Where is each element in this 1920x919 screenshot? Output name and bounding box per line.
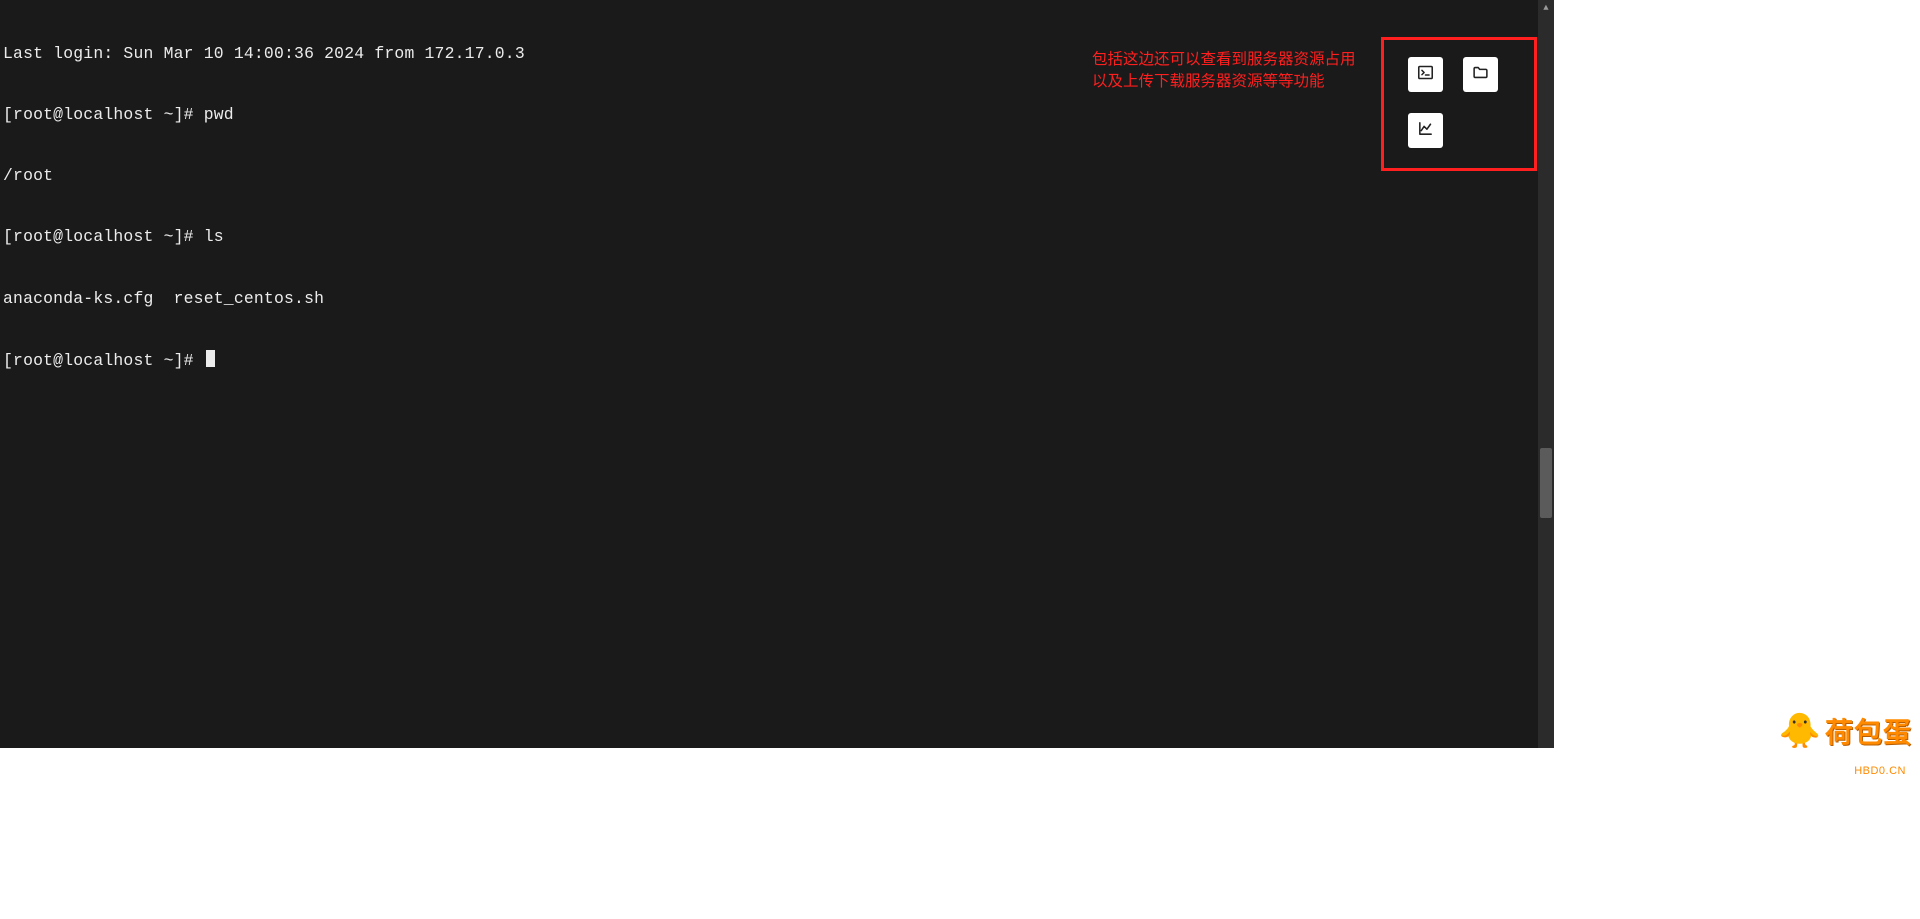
annotation-line-2: 以及上传下载服务器资源等等功能	[1092, 71, 1356, 93]
folder-icon	[1472, 64, 1489, 86]
scroll-up-arrow-icon[interactable]: ▲	[1538, 0, 1554, 16]
terminal-button[interactable]	[1408, 57, 1443, 92]
terminal-icon	[1417, 64, 1434, 86]
terminal-line: /root	[3, 166, 1554, 186]
terminal-line: [root@localhost ~]# ls	[3, 227, 1554, 247]
terminal-viewport: Last login: Sun Mar 10 14:00:36 2024 fro…	[0, 0, 1554, 748]
terminal-line: anaconda-ks.cfg reset_centos.sh	[3, 289, 1554, 309]
terminal-prompt-text: [root@localhost ~]#	[3, 351, 204, 370]
watermark-url: HBD0.CN	[1854, 765, 1906, 777]
annotation-line-1: 包括这边还可以查看到服务器资源占用	[1092, 49, 1356, 71]
terminal-line: [root@localhost ~]# pwd	[3, 105, 1554, 125]
terminal-cursor	[206, 350, 215, 367]
terminal-prompt-line: [root@localhost ~]#	[3, 350, 1554, 371]
scrollbar-thumb[interactable]	[1540, 448, 1552, 518]
site-watermark: 🐥 荷包蛋	[1779, 711, 1912, 751]
vertical-scrollbar[interactable]: ▲	[1538, 0, 1554, 748]
file-manager-button[interactable]	[1463, 57, 1498, 92]
metrics-button[interactable]	[1408, 113, 1443, 148]
chart-icon	[1417, 120, 1434, 142]
annotation-callout: 包括这边还可以查看到服务器资源占用 以及上传下载服务器资源等等功能	[1092, 49, 1356, 93]
watermark-text: 荷包蛋	[1825, 711, 1912, 751]
duck-icon: 🐥	[1779, 714, 1821, 748]
